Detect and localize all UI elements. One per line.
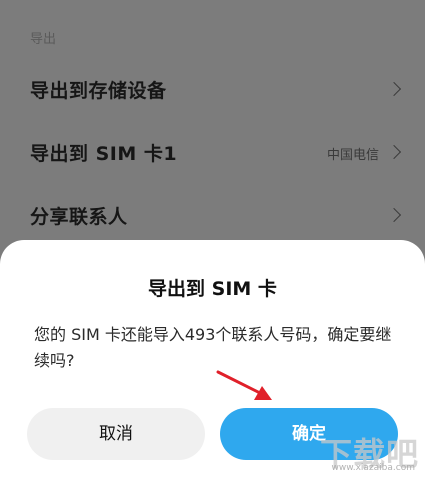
row-export-storage[interactable]: 导出到存储设备 xyxy=(0,62,425,116)
carrier-label: 中国电信 xyxy=(326,148,379,163)
chevron-right-icon xyxy=(386,144,402,160)
row-title: 导出到存储设备 xyxy=(30,80,167,102)
watermark-url: www.xiazaiba.com xyxy=(331,463,415,473)
cancel-button[interactable]: 取消 xyxy=(27,408,205,460)
chevron-right-icon xyxy=(386,207,402,223)
dialog-title: 导出到 SIM 卡 xyxy=(148,278,277,300)
row-title: 分享联系人 xyxy=(30,206,128,228)
row-export-sim1[interactable]: 导出到 SIM 卡1 中国电信 xyxy=(0,125,425,179)
row-title: 导出到 SIM 卡1 xyxy=(30,143,178,165)
section-label: 导出 xyxy=(30,32,57,47)
row-share-contacts[interactable]: 分享联系人 xyxy=(0,188,425,242)
chevron-right-icon xyxy=(386,81,402,97)
dialog-message: 您的 SIM 卡还能导入493个联系人号码，确定要继续吗? xyxy=(34,325,392,370)
